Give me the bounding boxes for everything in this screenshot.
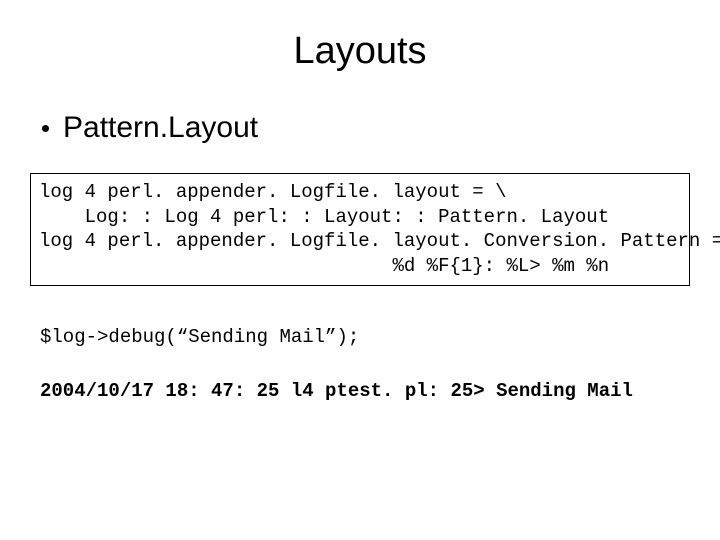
code-line-1: log 4 perl. appender. Logfile. layout = … xyxy=(39,181,506,203)
code-box: log 4 perl. appender. Logfile. layout = … xyxy=(30,173,690,286)
debug-call-line: $log->debug(“Sending Mail”); xyxy=(40,326,682,348)
code-line-2: Log: : Log 4 perl: : Layout: : Pattern. … xyxy=(39,206,609,228)
code-line-4: %d %F{1}: %L> %m %n xyxy=(39,255,609,277)
bullet-dot-icon xyxy=(42,125,49,132)
slide: Layouts Pattern.Layout log 4 perl. appen… xyxy=(0,0,720,540)
output-line: 2004/10/17 18: 47: 25 l4 ptest. pl: 25> … xyxy=(40,380,682,402)
slide-title: Layouts xyxy=(38,30,682,73)
bullet-item: Pattern.Layout xyxy=(42,111,682,145)
code-line-3: log 4 perl. appender. Logfile. layout. C… xyxy=(39,230,720,252)
bullet-text: Pattern.Layout xyxy=(63,111,258,145)
